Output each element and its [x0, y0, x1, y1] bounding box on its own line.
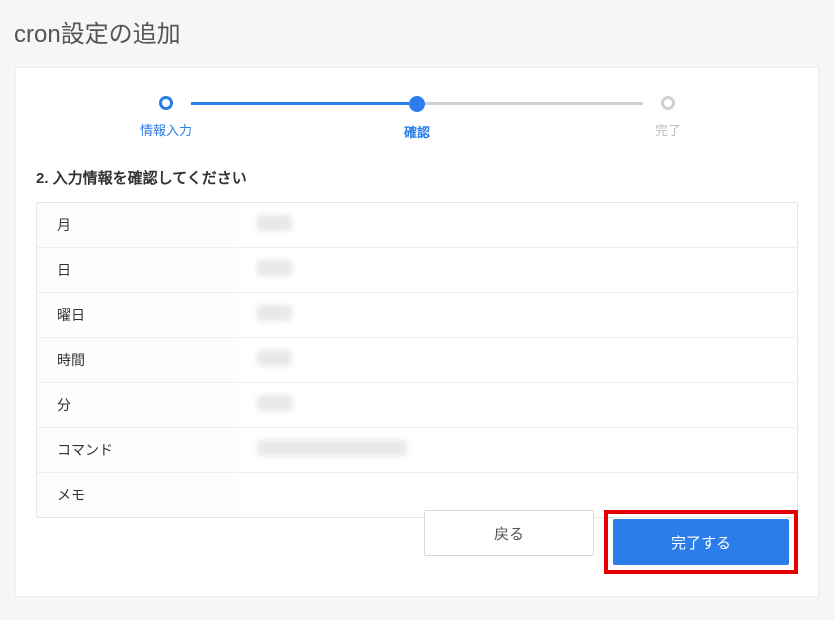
row-hour: 時間 [37, 338, 797, 383]
label-weekday: 曜日 [37, 293, 237, 337]
value-command [237, 428, 797, 472]
redacted-value [257, 395, 292, 411]
redacted-value [257, 350, 292, 366]
value-month [237, 203, 797, 247]
label-command: コマンド [37, 428, 237, 472]
value-day [237, 248, 797, 292]
step-circle-icon [661, 96, 675, 110]
page-title: cron設定の追加 [0, 0, 834, 67]
complete-button[interactable]: 完了する [613, 519, 789, 565]
redacted-value [257, 440, 407, 456]
row-month: 月 [37, 203, 797, 248]
value-minute [237, 383, 797, 427]
stepper-line-pending [425, 102, 643, 105]
step-complete: 完了 [638, 96, 698, 139]
step-info-input: 情報入力 [136, 96, 196, 139]
back-button[interactable]: 戻る [424, 510, 594, 556]
step-label: 確認 [404, 122, 430, 141]
stepper-line-done [191, 102, 409, 105]
label-minute: 分 [37, 383, 237, 427]
emphasis-highlight: 完了する [604, 510, 798, 574]
label-day: 日 [37, 248, 237, 292]
label-hour: 時間 [37, 338, 237, 382]
step-label: 情報入力 [140, 120, 192, 139]
section-heading: 2. 入力情報を確認してください [16, 159, 818, 202]
label-month: 月 [37, 203, 237, 247]
progress-stepper: 情報入力 確認 完了 [16, 68, 818, 159]
redacted-value [257, 260, 292, 276]
step-circle-icon [409, 96, 425, 112]
confirmation-table: 月 日 曜日 時間 分 コマンド メモ [36, 202, 798, 518]
redacted-value [257, 215, 292, 231]
redacted-value [257, 305, 292, 321]
row-day: 日 [37, 248, 797, 293]
value-hour [237, 338, 797, 382]
step-label: 完了 [655, 120, 681, 139]
value-weekday [237, 293, 797, 337]
step-circle-icon [159, 96, 173, 110]
step-confirm: 確認 [387, 96, 447, 141]
row-command: コマンド [37, 428, 797, 473]
button-row: 戻る 完了する [16, 486, 818, 574]
row-weekday: 曜日 [37, 293, 797, 338]
row-minute: 分 [37, 383, 797, 428]
content-card: 情報入力 確認 完了 2. 入力情報を確認してください 月 日 曜日 時間 [15, 67, 819, 597]
